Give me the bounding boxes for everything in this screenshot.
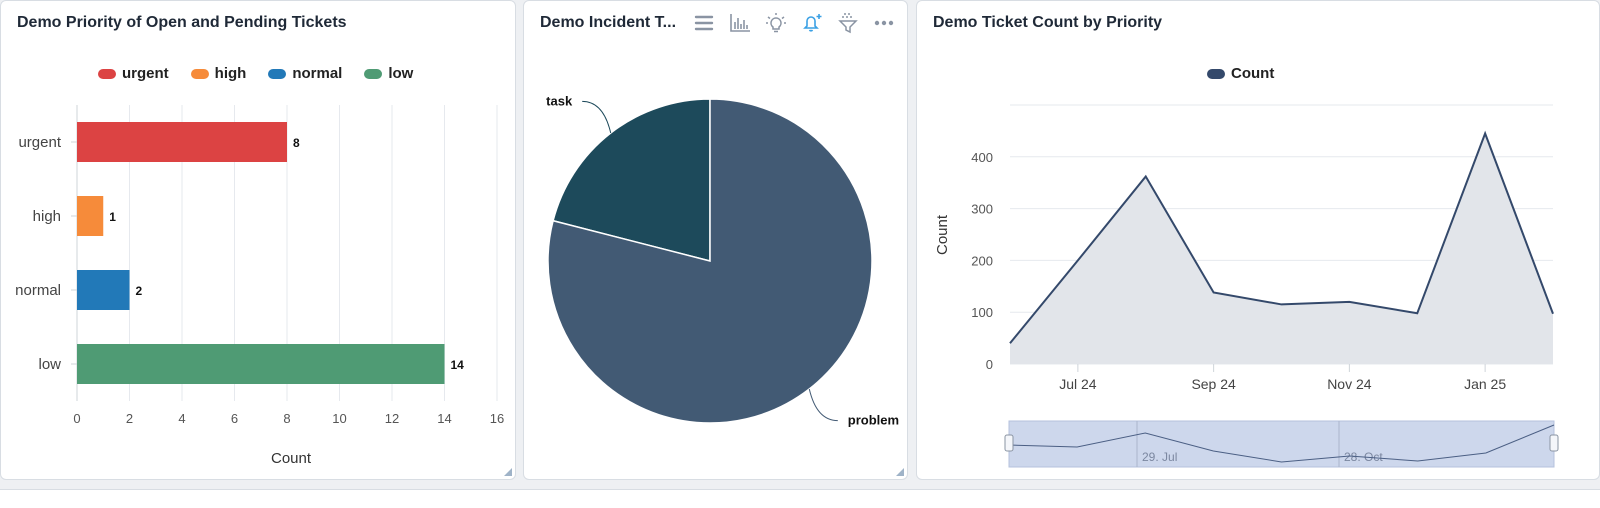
x-tick-label: Jul 24 [1059,376,1097,392]
y-tick-label: 400 [971,150,993,165]
next-panel-row [0,489,1600,508]
data-label: 1 [109,210,116,224]
bar-urgent[interactable] [77,122,287,162]
y-axis-label: Count [934,214,951,255]
pie-label: task [546,93,573,108]
x-tick-label: 6 [231,411,238,426]
navigator-label: 29. Jul [1142,450,1177,464]
x-tick-label: 10 [332,411,346,426]
x-tick-label: Sep 24 [1191,376,1236,392]
y-tick-label: 200 [971,253,993,268]
pie-connector [582,100,612,134]
x-tick-label: Jan 25 [1464,376,1506,392]
data-label: 14 [451,358,465,372]
count-panel: Demo Ticket Count by Priority Count 0 100… [916,0,1600,480]
y-tick-label: 0 [986,357,993,372]
x-tick-label: 14 [437,411,451,426]
y-tick-label: 100 [971,305,993,320]
x-tick-label: 8 [283,411,290,426]
priority-panel: Demo Priority of Open and Pending Ticket… [0,0,516,480]
x-tick-label: Nov 24 [1327,376,1372,392]
x-tick-label: 16 [490,411,504,426]
incident-pie-chart: task problem [546,93,899,428]
y-tick-label: urgent [18,134,61,151]
x-tick-label: 4 [178,411,185,426]
bar-low[interactable] [77,344,445,384]
navigator-handle-right[interactable] [1549,434,1559,452]
y-tick-label: 300 [971,202,993,217]
resize-handle-icon[interactable] [504,468,512,476]
bar-high[interactable] [77,196,104,236]
x-tick-label: 0 [73,411,80,426]
bar-normal[interactable] [77,270,130,310]
y-tick-label: normal [15,282,61,299]
priority-bar-chart: 0 2 4 6 8 10 12 14 16 urgent 8 high 1 normal 2 low 14 Cou… [15,105,504,467]
x-tick-label: 2 [126,411,133,426]
data-label: 8 [293,136,300,150]
pie-connector [808,388,838,422]
navigator-handle-left[interactable] [1004,434,1014,452]
pie-label: problem [848,413,899,428]
y-tick-label: high [33,208,61,225]
y-tick-label: low [38,356,61,373]
incident-panel: Demo Incident T... task problem [523,0,908,480]
count-area-chart: 0 100 200 300 400 Count Jul 24 Sep 24 Nov 24 Jan … [934,104,1559,468]
data-label: 2 [136,284,143,298]
x-axis-label: Count [271,450,312,467]
resize-handle-icon[interactable] [896,468,904,476]
x-tick-label: 12 [385,411,399,426]
